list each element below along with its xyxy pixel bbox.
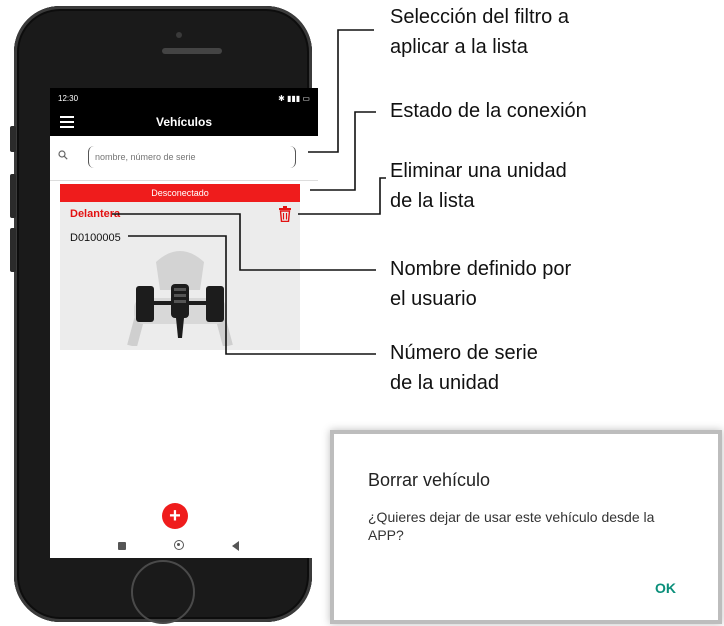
annotation-filter-line1: Selección del filtro a — [390, 6, 569, 28]
annotation-connection-line1: Estado de la conexión — [390, 100, 587, 122]
annotation-delete: Eliminar una unidad de la lista — [390, 156, 567, 216]
annotation-serial: Número de serie de la unidad — [390, 338, 538, 398]
annotation-user-name-line2: el usuario — [390, 288, 477, 310]
annotation-user-name: Nombre definido por el usuario — [390, 254, 571, 314]
delete-vehicle-dialog: Borrar vehículo ¿Quieres dejar de usar e… — [334, 434, 718, 620]
dialog-title: Borrar vehículo — [368, 470, 491, 490]
annotation-serial-line1: Número de serie — [390, 342, 538, 364]
dialog-ok-button[interactable]: OK — [655, 580, 676, 596]
annotation-user-name-line1: Nombre definido por — [390, 258, 572, 280]
annotation-delete-line2: de la lista — [390, 190, 475, 212]
annotation-serial-line2: de la unidad — [390, 372, 499, 394]
annotation-connection: Estado de la conexión — [390, 96, 587, 126]
annotation-filter: Selección del filtro a aplicar a la list… — [390, 2, 569, 62]
annotation-filter-line2: aplicar a la lista — [390, 36, 528, 58]
dialog-message: ¿Quieres dejar de usar este vehículo des… — [368, 509, 655, 543]
annotation-delete-line1: Eliminar una unidad — [390, 160, 567, 182]
